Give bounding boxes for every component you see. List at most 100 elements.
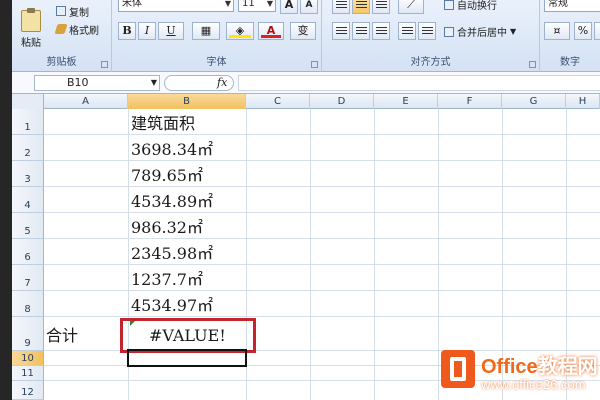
number-group-label: 数字 — [560, 57, 580, 68]
gridline — [44, 316, 600, 317]
formula-input[interactable] — [238, 75, 600, 91]
shrink-font-button[interactable]: A — [300, 0, 318, 14]
cell-b6[interactable]: 2345.98㎡ — [131, 246, 213, 262]
gridline — [374, 109, 375, 400]
grow-font-button[interactable]: A — [280, 0, 298, 14]
format-painter-icon — [54, 24, 68, 34]
cell-b8[interactable]: 4534.97㎡ — [131, 298, 213, 314]
excel-window: 粘贴 复制 格式刷 剪贴板 宋体 ▼ 11 ▼ A A B I U ▦ ◈ A … — [12, 0, 600, 400]
paste-icon — [21, 8, 41, 32]
row-header-7[interactable]: 7 — [12, 265, 44, 291]
align-center-button[interactable] — [352, 22, 370, 40]
column-header-d[interactable]: D — [310, 94, 374, 109]
select-all-corner[interactable] — [12, 94, 44, 109]
font-launcher-icon[interactable] — [311, 61, 318, 68]
merge-center-label: 合并后居中 — [457, 28, 507, 39]
name-box-dropdown-icon[interactable]: ▼ — [151, 76, 157, 90]
column-header-g[interactable]: G — [502, 94, 566, 109]
format-painter-button[interactable]: 格式刷 — [54, 22, 99, 37]
row-header-3[interactable]: 3 — [12, 161, 44, 187]
alignment-group: ⟋ 自动换行 合并后居中 ▼ 对齐方式 — [322, 0, 540, 72]
paste-label: 粘贴 — [21, 38, 41, 49]
gridline — [44, 264, 600, 265]
number-format-select[interactable]: 常规 — [544, 0, 600, 12]
bold-button[interactable]: B — [118, 22, 136, 40]
borders-button[interactable]: ▦ — [192, 22, 220, 40]
gridline — [44, 186, 600, 187]
column-header-f[interactable]: F — [438, 94, 502, 109]
accounting-format-button[interactable]: ¤ — [544, 22, 570, 40]
copy-button[interactable]: 复制 — [56, 4, 89, 19]
row-header-9[interactable]: 9 — [12, 317, 44, 351]
merge-center-button[interactable]: 合并后居中 ▼ — [444, 24, 516, 39]
formula-controls: fx — [164, 75, 234, 91]
align-center-icon — [355, 27, 367, 36]
watermark-brand-left: Office — [481, 356, 538, 378]
row-header-6[interactable]: 6 — [12, 239, 44, 265]
number-group: 常规 ¤ % , 数字 — [540, 0, 600, 72]
cell-a9[interactable]: 合计 — [46, 328, 78, 344]
font-color-swatch — [261, 35, 281, 38]
align-left-button[interactable] — [332, 22, 350, 40]
italic-button[interactable]: I — [138, 22, 156, 40]
phonetic-button[interactable]: 变 — [290, 22, 316, 40]
insert-function-icon[interactable]: fx — [217, 76, 227, 89]
cell-b2[interactable]: 3698.34㎡ — [131, 142, 213, 158]
row-header-2[interactable]: 2 — [12, 135, 44, 161]
wrap-text-button[interactable]: 自动换行 — [444, 0, 497, 12]
wrap-text-label: 自动换行 — [457, 1, 497, 12]
row-header-11[interactable]: 11 — [12, 366, 44, 381]
align-top-button[interactable] — [332, 0, 350, 14]
row-header-1[interactable]: 1 — [12, 109, 44, 135]
cell-b7[interactable]: 1237.7㎡ — [131, 272, 203, 288]
align-left-icon — [335, 27, 347, 36]
row-header-4[interactable]: 4 — [12, 187, 44, 213]
clipboard-launcher-icon[interactable] — [101, 61, 108, 68]
alignment-group-label: 对齐方式 — [410, 57, 451, 68]
decrease-indent-button[interactable] — [398, 22, 416, 40]
copy-icon — [56, 6, 66, 16]
number-format-value: 常规 — [548, 0, 568, 9]
align-middle-button[interactable] — [352, 0, 370, 14]
font-name-select[interactable]: 宋体 ▼ — [118, 0, 234, 12]
font-color-button[interactable]: A — [258, 22, 284, 40]
window-edge — [0, 0, 12, 400]
active-cell-b10[interactable] — [127, 349, 247, 367]
column-header-b[interactable]: B — [128, 94, 246, 109]
name-box[interactable]: B10 ▼ — [34, 75, 160, 91]
cell-b5[interactable]: 986.32㎡ — [131, 220, 203, 236]
row-header-10[interactable]: 10 — [12, 351, 44, 366]
font-size-select[interactable]: 11 ▼ — [238, 0, 276, 12]
paste-button[interactable]: 粘贴 — [18, 8, 44, 52]
column-header-h[interactable]: H — [566, 94, 600, 109]
column-header-e[interactable]: E — [374, 94, 438, 109]
cell-b1[interactable]: 建筑面积 — [131, 116, 195, 132]
comma-button[interactable]: , — [594, 22, 600, 40]
row-header-8[interactable]: 8 — [12, 291, 44, 317]
gridline — [44, 212, 600, 213]
row-header-12[interactable]: 12 — [12, 381, 44, 400]
cell-b4[interactable]: 4534.89㎡ — [131, 194, 213, 210]
orientation-button[interactable]: ⟋ — [398, 0, 424, 14]
name-box-value: B10 — [67, 76, 89, 89]
increase-indent-button[interactable] — [418, 22, 436, 40]
decrease-indent-icon — [401, 27, 413, 36]
orientation-icon: ⟋ — [407, 0, 415, 11]
percent-button[interactable]: % — [574, 22, 592, 40]
office-logo-icon — [441, 350, 475, 388]
align-right-button[interactable] — [372, 22, 390, 40]
copy-label: 复制 — [69, 7, 89, 19]
gridline — [44, 134, 600, 135]
font-size-dropdown-icon: ▼ — [266, 0, 273, 8]
column-header-a[interactable]: A — [44, 94, 128, 109]
fill-color-button[interactable]: ◈ — [226, 22, 254, 40]
column-header-c[interactable]: C — [246, 94, 310, 109]
merge-center-icon — [444, 26, 454, 37]
watermark-brand-right: 教程网 — [537, 356, 598, 378]
formula-bar: B10 ▼ fx — [12, 72, 600, 94]
cell-b3[interactable]: 789.65㎡ — [131, 168, 203, 184]
alignment-launcher-icon[interactable] — [529, 61, 536, 68]
row-header-5[interactable]: 5 — [12, 213, 44, 239]
align-bottom-button[interactable] — [372, 0, 390, 14]
underline-button[interactable]: U — [158, 22, 184, 40]
